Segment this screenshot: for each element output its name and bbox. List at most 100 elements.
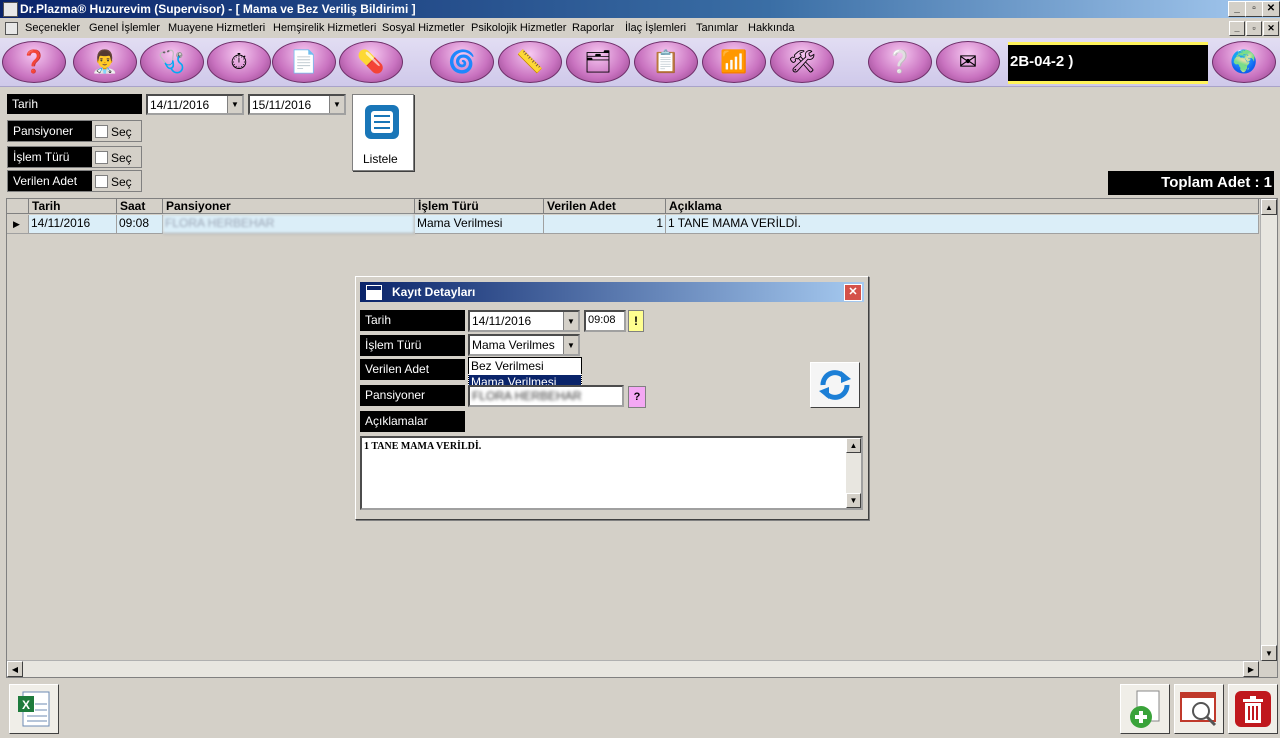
- col-aciklama[interactable]: Açıklama: [666, 199, 1259, 214]
- adet-sec-label: Seç: [111, 175, 132, 189]
- clipboard-icon[interactable]: 📋: [634, 41, 698, 83]
- mail-icon[interactable]: ✉: [936, 41, 1000, 83]
- col-verilen-adet[interactable]: Verilen Adet: [544, 199, 666, 214]
- cell-adet[interactable]: 1: [544, 215, 666, 234]
- memo-scrollbar[interactable]: ▲ ▼: [846, 438, 861, 508]
- chevron-down-icon[interactable]: ▼: [329, 96, 344, 113]
- trash-icon: [1235, 691, 1271, 727]
- menu-raporlar[interactable]: Raporlar: [572, 22, 614, 34]
- mdi-close-button[interactable]: ✕: [1263, 21, 1279, 36]
- grid-horizontal-scrollbar[interactable]: ◀ ▶: [7, 660, 1259, 677]
- scroll-up-icon[interactable]: ▲: [846, 438, 861, 453]
- scroll-right-icon[interactable]: ▶: [1243, 661, 1259, 677]
- help-head-icon[interactable]: ❓: [2, 41, 66, 83]
- toplam-adet-display: Toplam Adet : 1: [1108, 171, 1274, 195]
- dlg-aciklama-memo[interactable]: 1 TANE MAMA VERİLDİ. ▲ ▼: [360, 436, 863, 510]
- dialog-title: Kayıt Detayları: [392, 285, 476, 299]
- menu-hemsirelik-hizmetleri[interactable]: Hemşirelik Hizmetleri: [273, 22, 376, 34]
- doctors-icon[interactable]: 👨‍⚕️: [73, 41, 137, 83]
- filter-pansiyoner-text: Pansiyoner: [13, 124, 74, 138]
- preview-button[interactable]: [1174, 684, 1224, 734]
- restore-button[interactable]: ▫: [1245, 1, 1263, 17]
- refresh-icon: [819, 370, 851, 400]
- date-to-picker[interactable]: 15/11/2016 ▼: [248, 94, 346, 115]
- dlg-time-value: 09:08: [588, 314, 616, 326]
- cell-aciklama[interactable]: 1 TANE MAMA VERİLDİ.: [666, 215, 1259, 234]
- dlg-aciklamalar-text: Açıklamalar: [365, 414, 428, 428]
- add-record-button[interactable]: [1120, 684, 1170, 734]
- preview-icon: [1180, 692, 1217, 727]
- globe-arrow-icon[interactable]: 🌍: [1212, 41, 1276, 83]
- cell-islem[interactable]: Mama Verilmesi: [415, 215, 544, 234]
- tools-icon[interactable]: 🛠: [770, 41, 834, 83]
- col-tarih[interactable]: Tarih: [29, 199, 117, 214]
- cell-saat[interactable]: 09:08: [117, 215, 163, 234]
- menu-hakkinda[interactable]: Hakkında: [748, 22, 794, 34]
- grid-vertical-scrollbar[interactable]: ▲ ▼: [1260, 199, 1277, 661]
- dlg-time-input[interactable]: 09:08: [584, 310, 626, 332]
- excel-export-button[interactable]: X: [9, 684, 59, 734]
- dlg-pansiyoner-input[interactable]: FLORA HERBEHAR: [468, 385, 624, 407]
- dlg-date-picker[interactable]: 14/11/2016 ▼: [468, 310, 580, 332]
- dlg-refresh-button[interactable]: [810, 362, 860, 408]
- scroll-down-icon[interactable]: ▼: [846, 493, 861, 508]
- stopwatch-icon[interactable]: ⏱: [207, 41, 271, 83]
- add-document-icon: [1130, 690, 1160, 728]
- scroll-up-icon[interactable]: ▲: [1261, 199, 1277, 215]
- mdi-restore-button[interactable]: ▫: [1246, 21, 1262, 36]
- filter-islem-text: İşlem Türü: [13, 150, 70, 164]
- dlg-aciklama-text: 1 TANE MAMA VERİLDİ.: [364, 441, 482, 452]
- row-pointer-icon: ▶: [13, 219, 20, 229]
- chevron-down-icon[interactable]: ▼: [227, 96, 242, 113]
- adet-sec-checkbox[interactable]: [95, 175, 108, 188]
- pansiyoner-sec-checkbox[interactable]: [95, 125, 108, 138]
- grid-header: Tarih Saat Pansiyoner İşlem Türü Verilen…: [7, 199, 1259, 215]
- listele-button[interactable]: Listele: [352, 94, 414, 171]
- close-button[interactable]: ✕: [1262, 1, 1280, 17]
- dlg-time-now-button[interactable]: !: [628, 310, 644, 332]
- folder-icon[interactable]: 🗂: [566, 41, 630, 83]
- scroll-left-icon[interactable]: ◀: [7, 661, 23, 677]
- dlg-islem-label: İşlem Türü: [360, 335, 465, 356]
- col-pansiyoner[interactable]: Pansiyoner: [163, 199, 415, 214]
- menu-secenekler[interactable]: Seçenekler: [25, 22, 80, 34]
- dlg-adet-label: Verilen Adet: [360, 359, 465, 380]
- dlg-islem-text: İşlem Türü: [365, 338, 422, 352]
- spiral-icon[interactable]: 🌀: [430, 41, 494, 83]
- pills-icon[interactable]: 💊: [339, 41, 403, 83]
- menu-sosyal-hizmetler[interactable]: Sosyal Hizmetler: [382, 22, 465, 34]
- window-title-bar: Dr.Plazma® Huzurevim (Supervisor) - [ Ma…: [0, 0, 1280, 18]
- menu-tanimlar[interactable]: Tanımlar: [696, 22, 738, 34]
- col-islem-turu[interactable]: İşlem Türü: [415, 199, 544, 214]
- date-from-picker[interactable]: 14/11/2016 ▼: [146, 94, 244, 115]
- dlg-pansiyoner-lookup-button[interactable]: ?: [628, 386, 646, 408]
- islem-sec-checkbox[interactable]: [95, 151, 108, 164]
- menu-ilac-islemleri[interactable]: İlaç İşlemleri: [625, 22, 686, 34]
- col-saat[interactable]: Saat: [117, 199, 163, 214]
- doc-icon[interactable]: 📄: [272, 41, 336, 83]
- option-bez-verilmesi[interactable]: Bez Verilmesi: [469, 359, 581, 374]
- row-indicator[interactable]: ▶: [7, 215, 29, 234]
- cell-tarih[interactable]: 14/11/2016: [29, 215, 117, 234]
- dlg-islem-value: Mama Verilmes: [472, 338, 555, 352]
- dialog-close-button[interactable]: ✕: [844, 284, 862, 301]
- delete-button[interactable]: [1228, 684, 1278, 734]
- chevron-down-icon[interactable]: ▼: [563, 312, 578, 330]
- scroll-down-icon[interactable]: ▼: [1261, 645, 1277, 661]
- dlg-islem-select[interactable]: Mama Verilmes ▼: [468, 334, 580, 356]
- form-icon: [366, 285, 382, 300]
- menu-genel-islemler[interactable]: Genel İşlemler: [89, 22, 160, 34]
- menu-psikolojik-hizmetler[interactable]: Psikolojik Hizmetler: [471, 22, 566, 34]
- ruler-icon[interactable]: 📏: [498, 41, 562, 83]
- minimize-button[interactable]: _: [1228, 1, 1246, 17]
- mdi-minimize-button[interactable]: _: [1229, 21, 1245, 36]
- menu-muayene-hizmetleri[interactable]: Muayene Hizmetleri: [168, 22, 265, 34]
- dlg-tarih-label: Tarih: [360, 310, 465, 331]
- chart-icon[interactable]: 📶: [702, 41, 766, 83]
- question-note-icon[interactable]: ❔: [868, 41, 932, 83]
- window-title: Dr.Plazma® Huzurevim (Supervisor) - [ Ma…: [20, 2, 416, 16]
- cell-pansiyoner[interactable]: FLORA HERBEHAR: [163, 215, 415, 234]
- filter-tarih-text: Tarih: [12, 97, 39, 111]
- chevron-down-icon[interactable]: ▼: [563, 336, 578, 354]
- stethoscope-icon[interactable]: 🩺: [140, 41, 204, 83]
